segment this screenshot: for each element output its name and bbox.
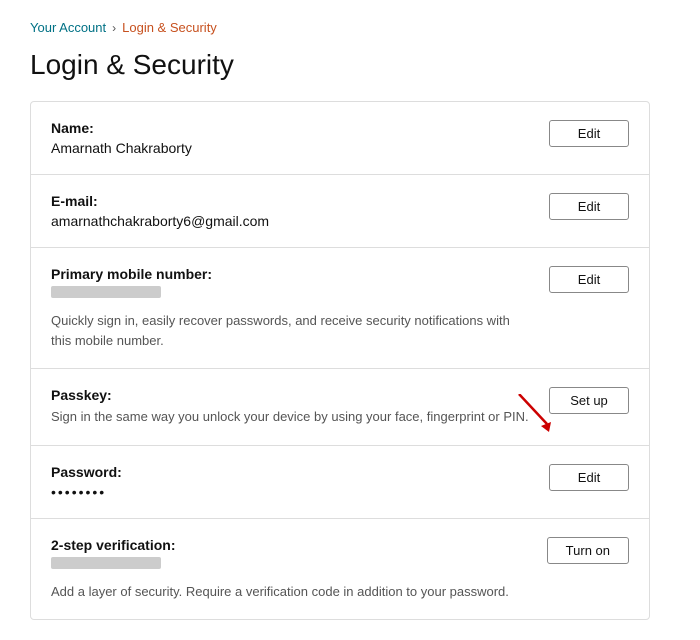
passkey-row: Passkey: Sign in the same way you unlock… xyxy=(31,369,649,446)
security-card: Name: Amarnath Chakraborty Edit E-mail: … xyxy=(30,101,650,620)
breadcrumb-current: Login & Security xyxy=(122,20,217,35)
mobile-description: Quickly sign in, easily recover password… xyxy=(51,311,529,350)
name-content: Name: Amarnath Chakraborty xyxy=(51,120,549,156)
passkey-label: Passkey: xyxy=(51,387,529,403)
page-title: Login & Security xyxy=(30,49,670,81)
breadcrumb-separator: › xyxy=(112,21,116,35)
password-label: Password: xyxy=(51,464,529,480)
name-value: Amarnath Chakraborty xyxy=(51,140,529,156)
breadcrumb: Your Account › Login & Security xyxy=(30,20,670,35)
passkey-setup-button[interactable]: Set up xyxy=(549,387,629,414)
mobile-content: Primary mobile number: Quickly sign in, … xyxy=(51,266,549,350)
two-step-description: Add a layer of security. Require a verif… xyxy=(51,582,527,602)
email-content: E-mail: amarnathchakraborty6@gmail.com xyxy=(51,193,549,229)
password-value: •••••••• xyxy=(51,484,529,500)
email-row: E-mail: amarnathchakraborty6@gmail.com E… xyxy=(31,175,649,248)
mobile-edit-button[interactable]: Edit xyxy=(549,266,629,293)
name-label: Name: xyxy=(51,120,529,136)
mobile-label: Primary mobile number: xyxy=(51,266,529,282)
password-edit-button[interactable]: Edit xyxy=(549,464,629,491)
email-value: amarnathchakraborty6@gmail.com xyxy=(51,213,529,229)
email-edit-button[interactable]: Edit xyxy=(549,193,629,220)
two-step-row: 2-step verification: Add a layer of secu… xyxy=(31,519,649,620)
email-label: E-mail: xyxy=(51,193,529,209)
two-step-turnon-button[interactable]: Turn on xyxy=(547,537,629,564)
name-edit-button[interactable]: Edit xyxy=(549,120,629,147)
red-arrow-icon xyxy=(509,394,559,434)
passkey-content: Passkey: Sign in the same way you unlock… xyxy=(51,387,549,427)
breadcrumb-your-account[interactable]: Your Account xyxy=(30,20,106,35)
passkey-description: Sign in the same way you unlock your dev… xyxy=(51,407,529,427)
mobile-placeholder xyxy=(51,286,161,298)
password-content: Password: •••••••• xyxy=(51,464,549,500)
two-step-content: 2-step verification: Add a layer of secu… xyxy=(51,537,547,602)
two-step-placeholder xyxy=(51,557,161,569)
password-row: Password: •••••••• Edit xyxy=(31,446,649,519)
mobile-row: Primary mobile number: Quickly sign in, … xyxy=(31,248,649,369)
two-step-label: 2-step verification: xyxy=(51,537,527,553)
name-row: Name: Amarnath Chakraborty Edit xyxy=(31,102,649,175)
